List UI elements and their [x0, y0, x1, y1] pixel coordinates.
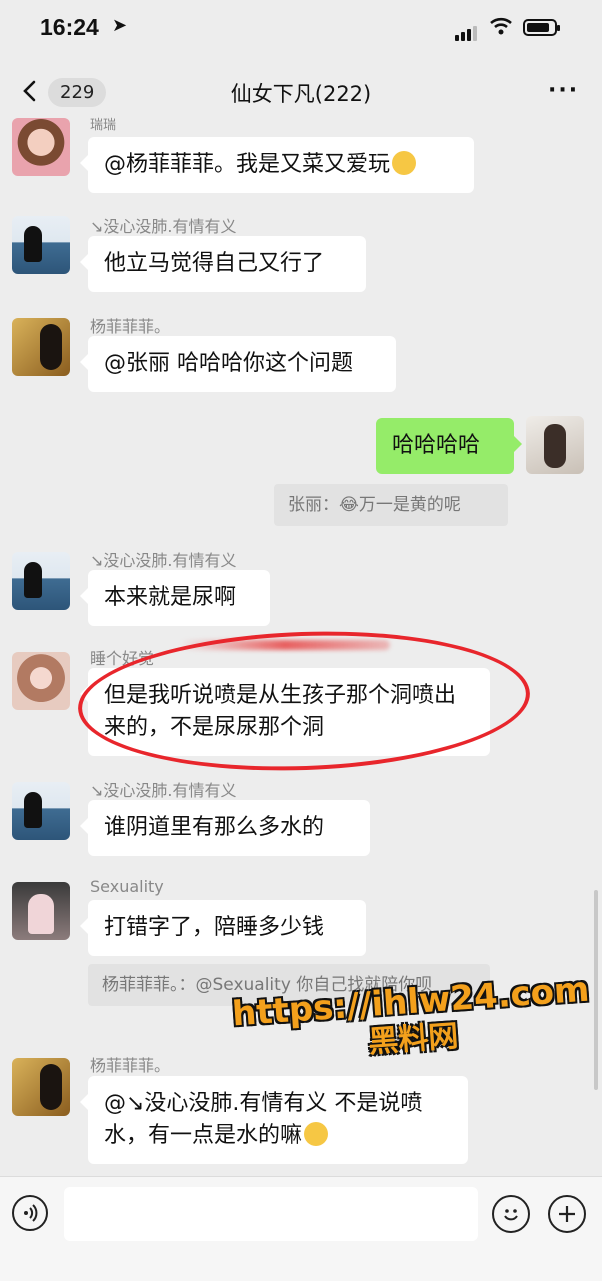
more-actions-button[interactable]: [548, 1195, 586, 1233]
message-bubble[interactable]: 谁阴道里有那么多水的: [80, 800, 370, 856]
quoted-reply[interactable]: 张丽：😂万一是黄的呢: [274, 484, 508, 526]
message-bubble[interactable]: 他立马觉得自己又行了: [80, 236, 366, 292]
avatar-self[interactable]: [526, 416, 584, 474]
message-text: 他立马觉得自己又行了: [104, 251, 325, 276]
message-bubble[interactable]: @杨菲菲菲。我是又菜又爱玩: [80, 137, 474, 193]
message-bubble[interactable]: 本来就是尿啊: [80, 570, 270, 626]
message-bubble[interactable]: @↘没心没肺.有情有义 不是说喷水，有一点是水的嘛: [80, 1076, 468, 1164]
input-bar: [0, 1176, 602, 1281]
avatar[interactable]: [12, 552, 70, 610]
message-bubble[interactable]: 打错字了，陪睡多少钱: [80, 900, 366, 956]
chat-title: 仙女下凡(222): [230, 82, 372, 106]
sender-name: Sexuality: [90, 877, 164, 896]
avatar[interactable]: [12, 318, 70, 376]
sender-name: 瑞瑞: [90, 118, 117, 133]
message-text: @张丽 哈哈哈你这个问题: [104, 351, 353, 376]
message-input[interactable]: [64, 1187, 478, 1241]
avatar[interactable]: [12, 216, 70, 274]
avatar[interactable]: [12, 882, 70, 940]
plus-icon: [559, 1206, 575, 1222]
status-time: 16:24: [40, 14, 99, 40]
emoji-button[interactable]: [492, 1195, 530, 1233]
laughing-face-icon: [304, 1122, 329, 1146]
sender-name: 杨菲菲菲。: [90, 317, 171, 336]
avatar[interactable]: [12, 652, 70, 710]
message-text: @杨菲菲菲。我是又菜又爱玩: [104, 152, 391, 177]
avatar[interactable]: [12, 782, 70, 840]
voice-input-button[interactable]: [12, 1195, 48, 1231]
more-options-button[interactable]: ···: [548, 78, 579, 103]
message-text: 谁阴道里有那么多水的: [104, 815, 325, 840]
message-bubble[interactable]: @张丽 哈哈哈你这个问题: [80, 336, 396, 392]
smiley-icon: [504, 1209, 518, 1221]
sender-name: ↘没心没肺.有情有义: [90, 217, 237, 236]
message-text: @↘没心没肺.有情有义 不是说喷水，有一点是水的嘛: [104, 1091, 423, 1148]
cellular-signal-icon: [455, 22, 479, 41]
sender-name: ↘没心没肺.有情有义: [90, 551, 237, 570]
thinking-face-icon: [392, 151, 417, 175]
sender-name: 杨菲菲菲。: [90, 1056, 171, 1075]
scrollbar[interactable]: [594, 890, 598, 1090]
message-bubble-self[interactable]: 哈哈哈哈: [376, 418, 522, 474]
avatar[interactable]: [12, 1058, 70, 1116]
avatar[interactable]: [12, 118, 70, 176]
status-bar: 16:24 ➤: [0, 0, 602, 60]
sender-name: ↘没心没肺.有情有义: [90, 781, 237, 800]
message-text: 哈哈哈哈: [392, 433, 481, 458]
message-text: 打错字了，陪睡多少钱: [104, 915, 325, 940]
message-text: 本来就是尿啊: [104, 585, 237, 610]
battery-icon: [523, 19, 560, 36]
voice-icon: [24, 1204, 38, 1222]
location-arrow-icon: ➤: [112, 15, 128, 36]
wifi-icon: [489, 16, 513, 40]
